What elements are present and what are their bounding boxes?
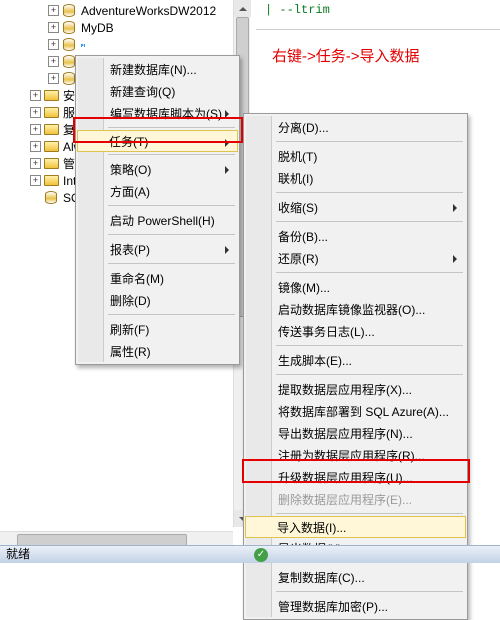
- database-icon: [62, 4, 78, 18]
- folder-icon: [44, 106, 60, 120]
- status-bar: ✓ 就绪: [0, 545, 500, 563]
- tree-item-label: [81, 44, 85, 46]
- database-icon: [62, 38, 78, 52]
- menu-separator: [276, 141, 463, 142]
- menu-separator: [276, 374, 463, 375]
- menu-item[interactable]: 收缩(S): [246, 196, 465, 218]
- menu-item[interactable]: 方面(A): [78, 180, 237, 202]
- menu-separator: [276, 591, 463, 592]
- menu-item[interactable]: 生成脚本(E)...: [246, 349, 465, 371]
- folder-icon: [44, 140, 60, 154]
- expand-toggle[interactable]: +: [48, 39, 59, 50]
- expand-toggle[interactable]: +: [48, 22, 59, 33]
- status-ok-icon: ✓: [254, 548, 268, 562]
- menu-separator: [108, 127, 235, 128]
- menu-item[interactable]: 新建数据库(N)...: [78, 58, 237, 80]
- menu-item[interactable]: 删除(D): [78, 289, 237, 311]
- database-icon: [62, 21, 78, 35]
- menu-item[interactable]: 导入数据(I)...: [245, 516, 466, 538]
- menu-item[interactable]: 还原(R): [246, 247, 465, 269]
- menu-item[interactable]: 启动数据库镜像监视器(O)...: [246, 298, 465, 320]
- menu-item[interactable]: 分离(D)...: [246, 116, 465, 138]
- menu-item[interactable]: 联机(I): [246, 167, 465, 189]
- database-context-menu[interactable]: 新建数据库(N)...新建查询(Q)编写数据库脚本为(S) 任务(T) 策略(O)方…: [75, 55, 240, 365]
- code-preview: | --ltrim: [265, 3, 330, 17]
- menu-separator: [276, 345, 463, 346]
- menu-item[interactable]: 导出数据层应用程序(N)...: [246, 422, 465, 444]
- scroll-up-button[interactable]: [234, 0, 251, 17]
- menu-item: 删除数据层应用程序(E)...: [246, 488, 465, 510]
- folder-icon: [44, 174, 60, 188]
- folder-icon: [44, 157, 60, 171]
- menu-separator: [108, 205, 235, 206]
- menu-item[interactable]: 升级数据层应用程序(U)...: [246, 466, 465, 488]
- menu-separator: [276, 221, 463, 222]
- menu-item[interactable]: 属性(R): [78, 340, 237, 362]
- instruction-annotation: 右键->任务->导入数据: [272, 45, 420, 66]
- expand-toggle[interactable]: +: [30, 141, 41, 152]
- expand-toggle[interactable]: +: [30, 158, 41, 169]
- tasks-submenu[interactable]: 分离(D)... 脱机(T)联机(I) 收缩(S) 备份(B)...还原(R) 镜像(M…: [243, 113, 468, 620]
- tree-item-label: MyDB: [81, 21, 114, 35]
- menu-item[interactable]: 将数据库部署到 SQL Azure(A)...: [246, 400, 465, 422]
- folder-icon: [44, 89, 60, 103]
- status-text: 就绪: [6, 547, 30, 561]
- menu-item[interactable]: 新建查询(Q): [78, 80, 237, 102]
- tree-item[interactable]: + AdventureWorksDW2012: [0, 2, 246, 19]
- menu-item[interactable]: 复制数据库(C)...: [246, 566, 465, 588]
- tree-item[interactable]: +: [0, 36, 246, 53]
- menu-item[interactable]: 策略(O): [78, 158, 237, 180]
- menu-item[interactable]: 管理数据库加密(P)...: [246, 595, 465, 617]
- menu-item[interactable]: 备份(B)...: [246, 225, 465, 247]
- menu-item[interactable]: 提取数据层应用程序(X)...: [246, 378, 465, 400]
- menu-item[interactable]: 脱机(T): [246, 145, 465, 167]
- menu-item[interactable]: 注册为数据层应用程序(R)...: [246, 444, 465, 466]
- expand-toggle[interactable]: +: [30, 124, 41, 135]
- menu-item[interactable]: 重命名(M): [78, 267, 237, 289]
- menu-item[interactable]: 启动 PowerShell(H): [78, 209, 237, 231]
- menu-separator: [276, 272, 463, 273]
- menu-separator: [276, 513, 463, 514]
- expand-toggle[interactable]: +: [30, 90, 41, 101]
- menu-separator: [108, 314, 235, 315]
- expand-toggle[interactable]: +: [30, 175, 41, 186]
- tree-item[interactable]: + MyDB: [0, 19, 246, 36]
- menu-item[interactable]: 任务(T): [77, 130, 238, 152]
- expand-toggle[interactable]: +: [48, 73, 59, 84]
- tree-item-label: AdventureWorksDW2012: [81, 4, 216, 18]
- menu-separator: [108, 234, 235, 235]
- expand-toggle[interactable]: +: [48, 56, 59, 67]
- menu-item[interactable]: 镜像(M)...: [246, 276, 465, 298]
- menu-item[interactable]: 传送事务日志(L)...: [246, 320, 465, 342]
- menu-item[interactable]: 编写数据库脚本为(S): [78, 102, 237, 124]
- folder-icon: [44, 123, 60, 137]
- menu-item[interactable]: 刷新(F): [78, 318, 237, 340]
- menu-separator: [108, 154, 235, 155]
- expand-toggle[interactable]: +: [30, 107, 41, 118]
- menu-separator: [276, 192, 463, 193]
- menu-separator: [108, 263, 235, 264]
- expand-toggle[interactable]: +: [48, 5, 59, 16]
- database-icon: [44, 191, 60, 205]
- menu-item[interactable]: 报表(P): [78, 238, 237, 260]
